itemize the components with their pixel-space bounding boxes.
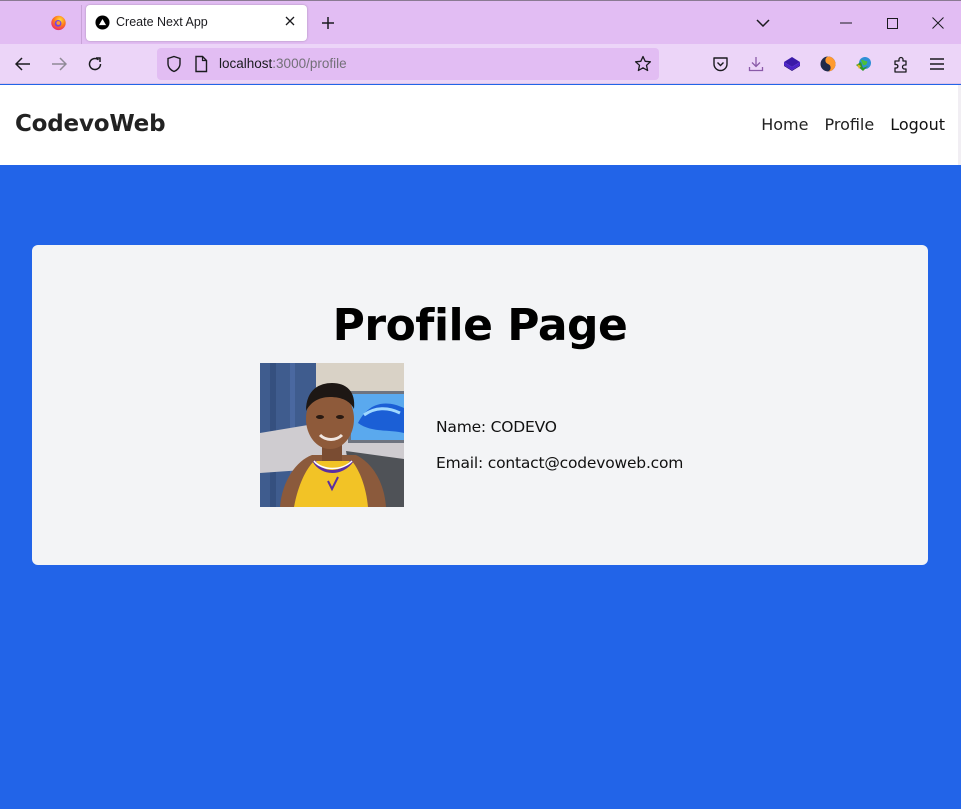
avatar [260, 363, 404, 507]
new-tab-button[interactable] [318, 13, 338, 33]
browser-titlebar: Create Next App [0, 0, 961, 45]
arrow-right-icon [52, 57, 67, 71]
browser-navbar: localhost:3000/profile [0, 44, 961, 84]
extensions-puzzle-icon [894, 56, 907, 73]
star-icon [634, 55, 652, 72]
brand-logo[interactable]: CodevoWeb [15, 111, 166, 137]
maximize-button[interactable] [882, 13, 902, 33]
extensions-button[interactable] [891, 54, 911, 74]
tab-separator [81, 5, 82, 45]
firefox-icon[interactable] [50, 14, 67, 31]
menu-icon [930, 58, 944, 70]
list-all-tabs-button[interactable] [753, 14, 773, 32]
site-nav: Home Profile Logout [761, 115, 945, 134]
plus-icon [322, 17, 334, 29]
profile-email: Email: contact@codevoweb.com [436, 454, 684, 472]
profile-card: Profile Page Name: CODEVO Email: contact… [32, 245, 928, 565]
app-menu-button[interactable] [927, 54, 947, 74]
tab-title: Create Next App [116, 15, 208, 29]
url-bar[interactable]: localhost:3000/profile [157, 48, 659, 80]
bookmark-button[interactable] [633, 54, 653, 74]
tab-close-button[interactable] [281, 12, 299, 30]
url-text[interactable]: localhost:3000/profile [219, 56, 347, 71]
minimize-button[interactable] [836, 13, 856, 33]
reload-icon [88, 57, 102, 71]
pocket-button[interactable] [710, 54, 730, 74]
browser-tab[interactable]: Create Next App [86, 5, 307, 41]
profile-photo [260, 363, 404, 507]
page-icon[interactable] [193, 55, 209, 73]
download-icon [748, 57, 764, 72]
pocket-icon [712, 57, 728, 72]
extension-s-icon [820, 56, 836, 72]
nav-link-home[interactable]: Home [761, 115, 808, 134]
close-window-button[interactable] [928, 13, 948, 33]
extension-s-button[interactable] [818, 54, 838, 74]
maximize-icon [886, 17, 898, 29]
chevron-down-icon [756, 19, 770, 27]
close-icon [932, 17, 944, 29]
nav-link-logout[interactable]: Logout [890, 115, 945, 134]
downloads-button[interactable] [746, 54, 766, 74]
nav-link-profile[interactable]: Profile [824, 115, 874, 134]
reload-button[interactable] [83, 53, 107, 75]
extension-stack-icon [784, 57, 800, 71]
extension-globe-icon [856, 57, 871, 71]
minimize-icon [840, 22, 852, 24]
extension-globe-button[interactable] [854, 54, 874, 74]
close-icon [285, 16, 295, 26]
shield-icon[interactable] [165, 55, 183, 73]
profile-name: Name: CODEVO [436, 418, 557, 436]
back-button[interactable] [11, 53, 35, 75]
url-host: localhost [219, 56, 273, 71]
url-path: :3000/profile [272, 56, 347, 71]
site-header: CodevoWeb Home Profile Logout [0, 85, 961, 165]
nextjs-icon [95, 15, 110, 30]
profile-info: Name: CODEVO Email: contact@codevoweb.co… [436, 417, 683, 489]
arrow-left-icon [15, 57, 30, 71]
forward-button[interactable] [47, 53, 71, 75]
page-title: Profile Page [332, 300, 628, 351]
extension-stack-button[interactable] [782, 54, 802, 74]
